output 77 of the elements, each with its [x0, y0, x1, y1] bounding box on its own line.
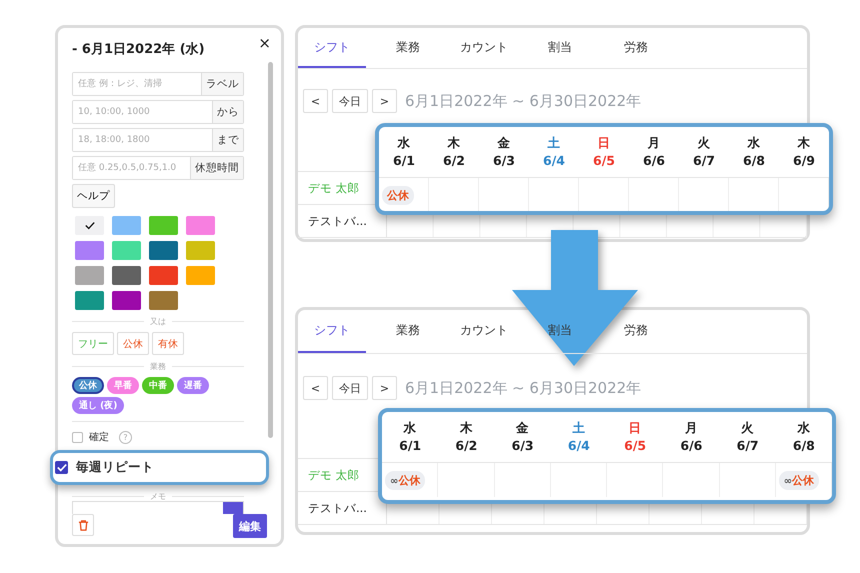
date-label: 6/8	[792, 437, 815, 455]
shift-chip[interactable]: ∞公休	[778, 470, 820, 490]
date-label: 6/6	[643, 152, 665, 170]
weekday-label: 金	[516, 418, 530, 437]
date-label: 6/9	[793, 152, 815, 170]
tab[interactable]: カウント	[450, 310, 518, 353]
tab[interactable]: 労務	[602, 310, 670, 353]
weekday-label: 月	[684, 418, 698, 437]
tab[interactable]: 労務	[602, 28, 670, 68]
date-range: 6月1日2022年 ~ 6月30日2022年	[405, 378, 642, 398]
tab[interactable]: シフト	[298, 310, 366, 353]
tab[interactable]: 割当	[526, 310, 594, 353]
date-range: 6月1日2022年 ~ 6月30日2022年	[405, 92, 642, 110]
edit-button[interactable]: 編集	[233, 514, 267, 538]
date-label: 6/2	[455, 437, 478, 455]
close-button[interactable]: ×	[258, 34, 271, 52]
divider-label: メモ	[144, 490, 172, 502]
checkbox-label: 確定	[89, 430, 109, 444]
weekday-label: 土	[572, 418, 586, 437]
input-field[interactable]: 任意 0.25,0.5,0.75,1.0 休憩時間	[72, 156, 244, 180]
tab[interactable]: 業務	[374, 28, 442, 68]
tab[interactable]: カウント	[450, 28, 518, 68]
date-label: 6/7	[693, 152, 715, 170]
date-label: 6/4	[568, 437, 590, 455]
input-field[interactable]: 10, 10:00, 1000 から	[72, 100, 244, 124]
date-label: 6/7	[736, 437, 759, 455]
tab[interactable]: 業務	[374, 310, 442, 353]
quick-button[interactable]: 公休	[117, 332, 149, 355]
previous-button[interactable]: <	[303, 89, 328, 113]
field-addon: 休憩時間	[190, 157, 243, 179]
weekday-label: 水	[398, 134, 410, 152]
weekday-label: 水	[797, 418, 810, 437]
date-label: 6/1	[393, 152, 415, 170]
weekday-label: 日	[628, 418, 642, 437]
weekday-label: 木	[448, 134, 460, 152]
field-addon: から	[212, 101, 243, 123]
grid-cell[interactable]: ∞公休	[382, 463, 438, 497]
tab[interactable]: 割当	[526, 28, 594, 68]
weekday-label: 木	[798, 134, 810, 152]
weekday-label: 水	[404, 418, 417, 437]
input-field[interactable]: 18, 18:00, 1800 まで	[72, 128, 244, 152]
next-button[interactable]: >	[372, 89, 397, 113]
weekday-label: 火	[741, 418, 754, 437]
field-addon: まで	[212, 129, 243, 151]
panel-title: - 6月1日2022年 (水)	[72, 41, 205, 58]
date-label: 6/3	[493, 152, 515, 170]
weekday-label: 金	[498, 134, 510, 152]
weekday-label: 月	[648, 134, 660, 152]
shift-chip[interactable]: ∞公休	[385, 470, 426, 490]
tab[interactable]: シフト	[298, 28, 366, 68]
previous-button[interactable]: <	[303, 376, 328, 400]
date-label: 6/8	[743, 152, 765, 170]
today-button[interactable]: 今日	[332, 376, 368, 400]
date-label: 6/3	[512, 437, 534, 455]
date-label: 6/1	[399, 437, 422, 455]
weekday-label: 日	[598, 134, 610, 152]
next-button[interactable]: >	[372, 376, 397, 400]
weekday-label: 木	[460, 418, 473, 437]
divider-label: 又は	[144, 316, 172, 326]
help-button[interactable]: ヘルプ	[72, 184, 115, 208]
date-label: 6/4	[543, 152, 565, 170]
today-button[interactable]: 今日	[332, 89, 368, 113]
staff-name[interactable]: テストバ...	[308, 214, 367, 228]
date-label: 6/2	[443, 152, 465, 170]
date-label: 6/5	[593, 152, 615, 170]
divider-label: 業務	[144, 360, 172, 372]
weekday-label: 火	[698, 134, 710, 152]
weekday-label: 土	[548, 134, 560, 152]
grid-cell[interactable]: ∞公休	[776, 463, 832, 497]
checkbox-label: 毎週リピート	[76, 459, 154, 476]
weekday-label: 水	[748, 134, 760, 152]
input-field[interactable]: 任意 例：レジ、清掃 ラベル	[72, 72, 244, 96]
field-addon: ラベル	[201, 73, 243, 95]
quick-button[interactable]: 有休	[152, 332, 184, 355]
staff-name[interactable]: テストバ...	[308, 500, 367, 516]
date-label: 6/6	[680, 437, 702, 455]
date-label: 6/5	[624, 437, 646, 455]
